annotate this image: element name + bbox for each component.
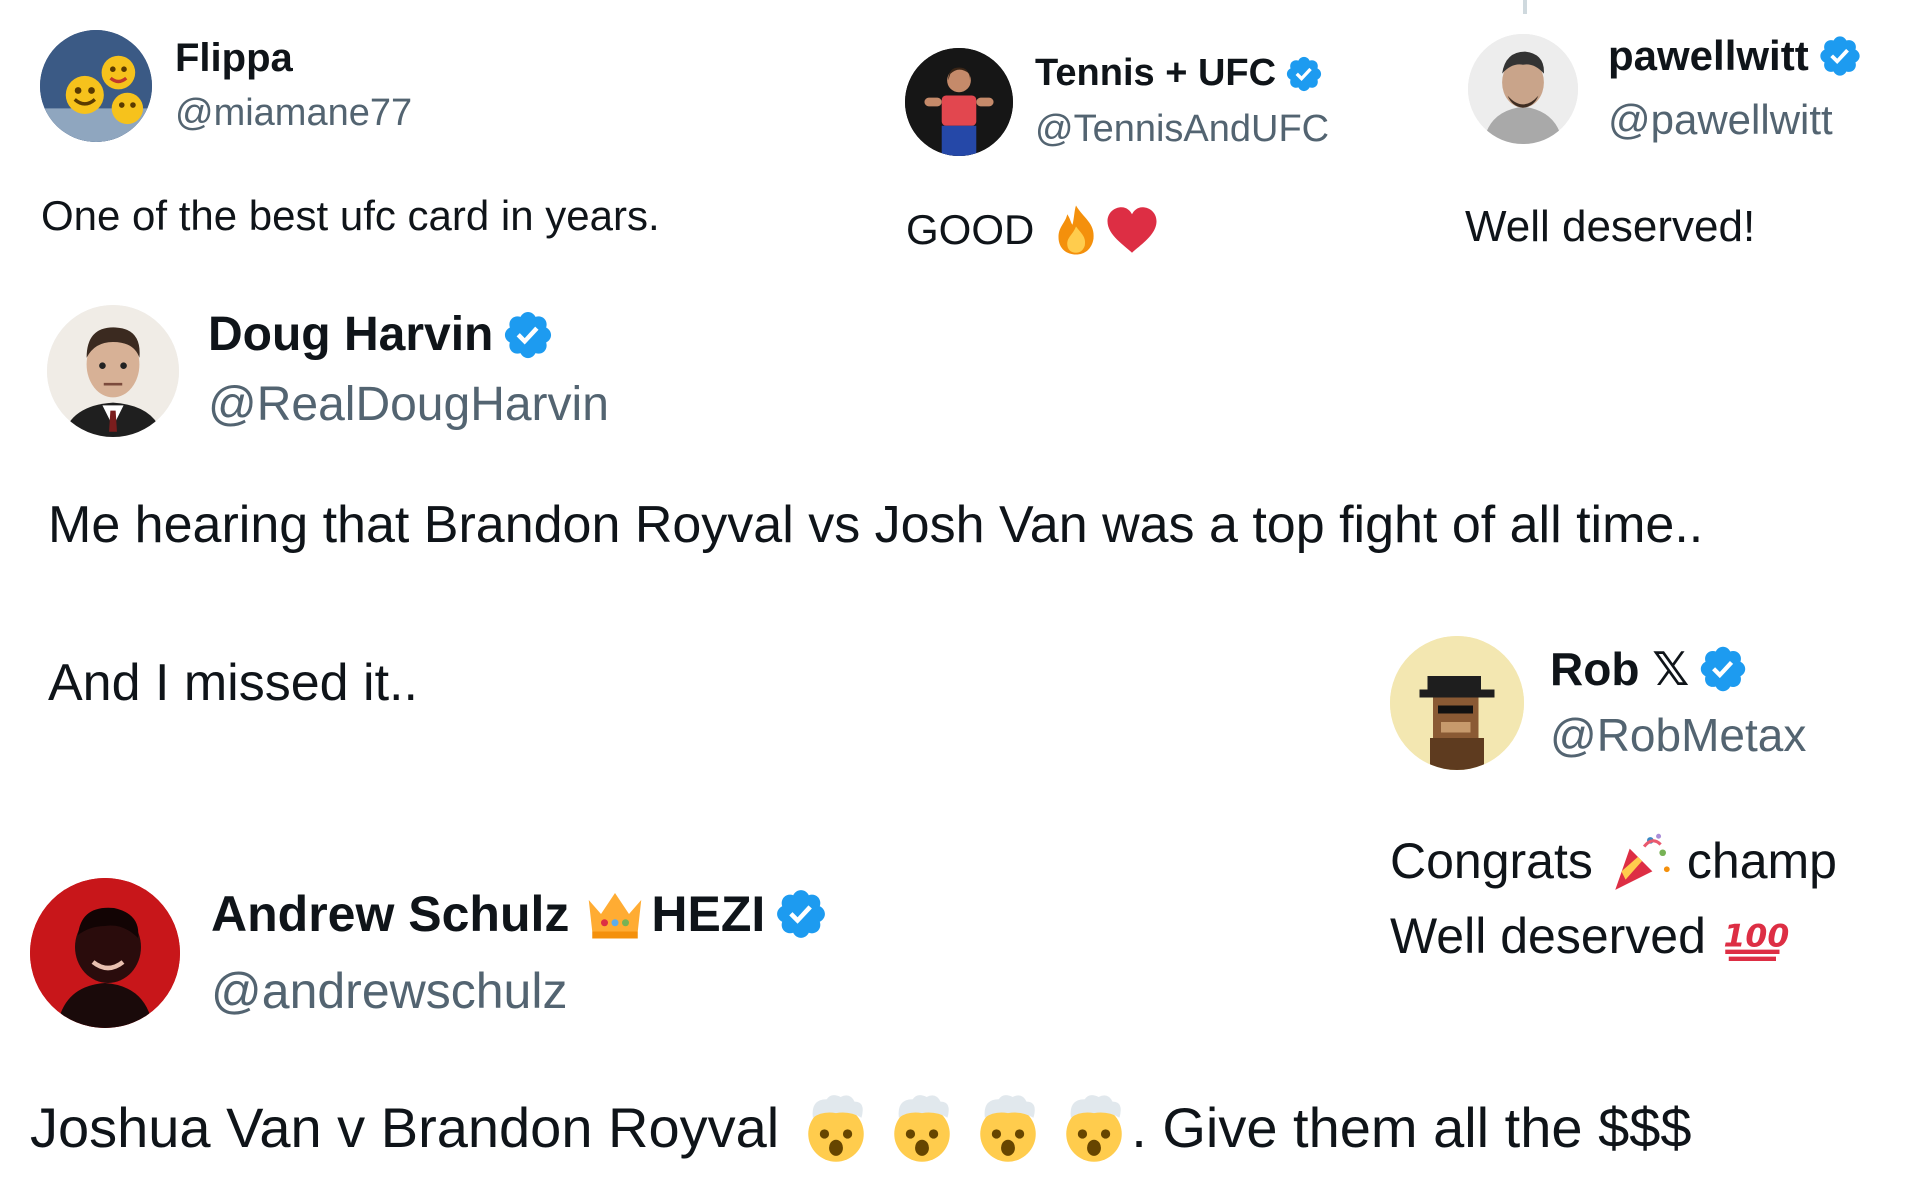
- avatar-man-suit-image: [47, 305, 179, 437]
- verified-badge-icon: [1701, 646, 1746, 692]
- display-name-text: Tennis + UFC: [1035, 52, 1277, 94]
- exploding-head-emoji-group: [799, 1090, 1131, 1164]
- red-heart-icon: [1107, 207, 1157, 253]
- verified-badge-icon: [1820, 36, 1860, 76]
- thread-connector: [1523, 0, 1527, 14]
- display-name-text: Flippa: [175, 36, 293, 80]
- display-name-text-suffix: HEZI: [651, 886, 766, 942]
- tweet-text-content: GOOD: [906, 206, 1035, 253]
- tweet-text-suffix: . Give them all the $$$: [1131, 1095, 1692, 1159]
- avatar-emoji-balls-image: [40, 30, 152, 142]
- verified-badge-icon: [1286, 56, 1322, 91]
- display-name[interactable]: Andrew Schulz HEZI: [211, 885, 829, 943]
- display-name-text: Andrew Schulz: [211, 886, 570, 942]
- handle[interactable]: @andrewschulz: [211, 962, 567, 1020]
- exploding-head-icon: [1066, 1095, 1122, 1162]
- avatar[interactable]: [40, 30, 152, 142]
- avatar[interactable]: [905, 48, 1013, 156]
- tweet-text: GOOD: [906, 202, 1160, 258]
- avatar-man-photo-image: [1468, 34, 1578, 144]
- party-popper-icon: [1615, 833, 1670, 890]
- display-name-text: pawellwitt: [1608, 32, 1809, 79]
- handle[interactable]: @miamane77: [175, 92, 412, 135]
- handle[interactable]: @RealDougHarvin: [208, 377, 609, 432]
- handle[interactable]: @TennisAndUFC: [1035, 108, 1329, 151]
- avatar-pixel-ape-image: [1390, 636, 1524, 770]
- avatar[interactable]: [47, 305, 179, 437]
- tweet-text: Joshua Van v Brandon Royval . Give them …: [30, 1090, 1692, 1164]
- display-name-text: Doug Harvin: [208, 308, 494, 361]
- exploding-head-icon: [980, 1095, 1036, 1162]
- crown-icon: [589, 893, 642, 939]
- handle[interactable]: @RobMetax: [1550, 708, 1806, 762]
- exploding-head-icon: [808, 1095, 864, 1162]
- hundred-points-icon: 100: [1723, 919, 1789, 961]
- avatar-red-portrait-image: [30, 878, 180, 1028]
- verified-badge-icon: [505, 311, 552, 358]
- tweet-text-line-2: And I missed it..: [48, 654, 418, 712]
- tweet-text-content: Joshua Van v Brandon Royval: [30, 1095, 780, 1159]
- tweet-text-champ: champ: [1686, 833, 1837, 889]
- tweet-text-line-1: Me hearing that Brandon Royval vs Josh V…: [48, 496, 1704, 554]
- tweet-text-line-1: Congrats champ: [1390, 828, 1837, 894]
- tweet-text-congrats: Congrats: [1390, 833, 1593, 889]
- display-name-text: Rob 𝕏: [1550, 643, 1690, 695]
- display-name[interactable]: Rob 𝕏: [1550, 642, 1749, 696]
- tweet-text: One of the best ufc card in years.: [41, 192, 660, 239]
- tweet-text-well-deserved: Well deserved: [1390, 908, 1706, 964]
- svg-text:100: 100: [1723, 919, 1789, 955]
- exploding-head-icon: [894, 1095, 950, 1162]
- avatar[interactable]: [1468, 34, 1578, 144]
- display-name[interactable]: Flippa: [175, 36, 293, 81]
- display-name[interactable]: Tennis + UFC: [1035, 52, 1324, 95]
- fire-icon: [1058, 205, 1095, 255]
- tweet-text-line-2: Well deserved 100: [1390, 906, 1790, 966]
- avatar-tennis-player-image: [905, 48, 1013, 156]
- verified-badge-icon: [777, 890, 826, 938]
- avatar[interactable]: [30, 878, 180, 1028]
- tweet-text: Well deserved!: [1465, 202, 1756, 251]
- handle[interactable]: @pawellwitt: [1608, 96, 1833, 144]
- display-name[interactable]: pawellwitt: [1608, 32, 1863, 80]
- avatar[interactable]: [1390, 636, 1524, 770]
- display-name[interactable]: Doug Harvin: [208, 307, 555, 362]
